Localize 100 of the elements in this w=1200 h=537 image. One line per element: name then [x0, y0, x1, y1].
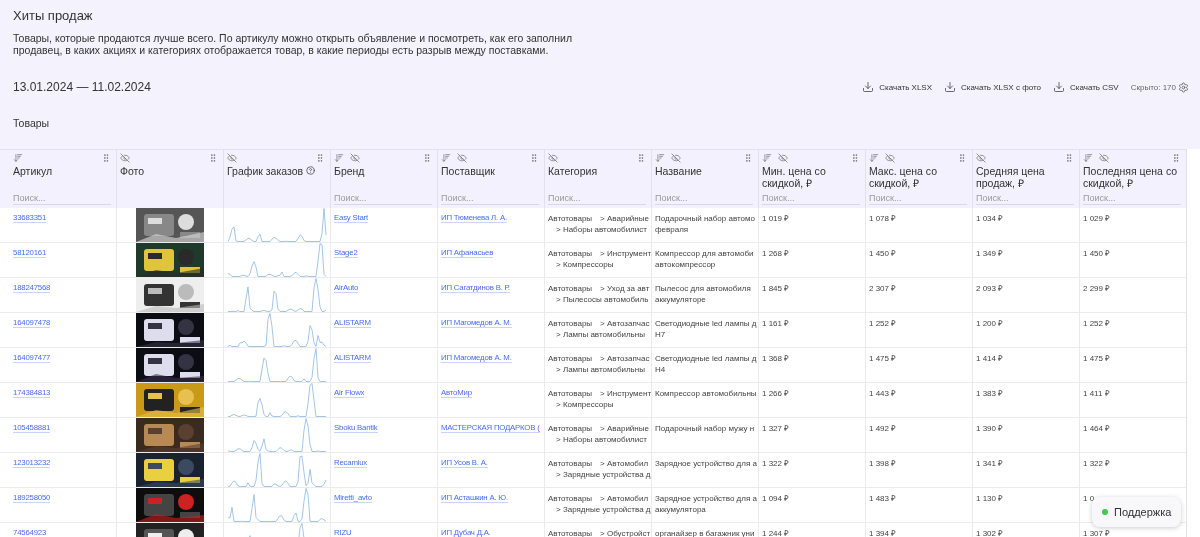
category-text: Автотовары — [548, 423, 593, 434]
sort-icon[interactable] — [655, 153, 665, 163]
category-text: > Компрессоры — [555, 399, 615, 410]
price-text: 1 322 ₽ — [1083, 458, 1112, 469]
product-name: Пылесос для автомобиля — [655, 283, 752, 294]
product-name: Подарочный набор автомо — [655, 213, 756, 224]
category-text: > Инструмент — [600, 248, 651, 259]
category-text: Автотовары — [548, 213, 593, 224]
price-text: 1 161 ₽ — [762, 318, 791, 329]
drag-handle-icon[interactable] — [422, 153, 432, 163]
sort-icon[interactable] — [869, 153, 879, 163]
column-title: Категория — [548, 165, 598, 177]
price-text: 1 845 ₽ — [762, 283, 791, 294]
product-name: Компрессор для автомоби — [655, 248, 755, 259]
drag-handle-icon[interactable] — [529, 153, 539, 163]
category-text: Автотовары — [548, 248, 593, 259]
sort-icon[interactable] — [334, 153, 344, 163]
column-title: Поставщик — [441, 165, 495, 177]
category-text: > Автозапчас — [600, 353, 650, 364]
drag-handle-icon[interactable] — [850, 153, 860, 163]
price-text: 1 252 ₽ — [1083, 318, 1112, 329]
category-text: Автотовары — [548, 283, 593, 294]
price-text: 1 034 ₽ — [976, 213, 1005, 224]
price-text: 1 475 ₽ — [869, 353, 898, 364]
drag-handle-icon[interactable] — [743, 153, 753, 163]
price-text: 1 492 ₽ — [869, 423, 898, 434]
price-text: 1 483 ₽ — [869, 493, 898, 504]
hide-icon[interactable] — [671, 153, 681, 163]
sort-icon[interactable] — [13, 153, 23, 163]
category-text: > Автомобил — [600, 458, 649, 469]
column-title: Мин. цена со скидкой, ₽ — [762, 165, 827, 189]
column-title: Макс. цена со скидкой, ₽ — [869, 165, 938, 189]
search-field[interactable]: Поиск... — [976, 193, 1074, 205]
hide-icon[interactable] — [457, 153, 467, 163]
product-name: органайзер в багажник уни — [655, 528, 756, 537]
search-field[interactable]: Поиск... — [869, 193, 967, 205]
column-title: Артикул — [13, 165, 53, 177]
price-text: 1 475 ₽ — [1083, 353, 1112, 364]
category-text: > Пылесосы автомобиль — [555, 294, 649, 305]
hide-icon[interactable] — [1099, 153, 1109, 163]
column-title: Бренд — [334, 165, 365, 177]
search-field[interactable]: Поиск... — [655, 193, 753, 205]
price-text: 1 200 ₽ — [976, 318, 1005, 329]
help-icon[interactable] — [306, 166, 316, 175]
price-text: 1 398 ₽ — [869, 458, 898, 469]
drag-handle-icon[interactable] — [1171, 153, 1181, 163]
drag-handle-icon[interactable] — [315, 153, 325, 163]
price-text: 1 252 ₽ — [869, 318, 898, 329]
product-name: автокомпрессор — [655, 259, 717, 270]
column-title: Последняя цена со скидкой, ₽ — [1083, 165, 1179, 189]
price-text: 1 094 ₽ — [762, 493, 791, 504]
category-text: Автотовары — [548, 528, 593, 537]
hide-icon[interactable] — [120, 153, 130, 163]
hidden-columns-button[interactable]: Скрыто: 170 — [1130, 81, 1189, 93]
page-description: Товары, которые продаются лучше всего. По артикулу можно открыть объявление и посмотреть, как его заполнил продавец, в каких акциях и категориях отображается товар, в какие периоды есть разрыв между поставками. — [12, 32, 573, 56]
hide-icon[interactable] — [350, 153, 360, 163]
price-text: 1 302 ₽ — [976, 528, 1005, 537]
search-field[interactable]: Поиск... — [762, 193, 860, 205]
price-text: 2 299 ₽ — [1083, 283, 1112, 294]
hide-icon[interactable] — [778, 153, 788, 163]
product-name: февраля — [655, 224, 690, 235]
category-text: > Компрессоры — [555, 259, 615, 270]
price-text: 1 450 ₽ — [869, 248, 898, 259]
drag-handle-icon[interactable] — [101, 153, 111, 163]
download-button[interactable]: Скачать CSV — [1053, 81, 1119, 93]
category-text: Автотовары — [548, 353, 593, 364]
search-field[interactable]: Поиск... — [334, 193, 432, 205]
price-text: 1 390 ₽ — [976, 423, 1005, 434]
search-field[interactable]: Поиск... — [441, 193, 539, 205]
download-button[interactable]: Скачать XLSX с фото — [944, 81, 1042, 93]
price-text: 1 341 ₽ — [976, 458, 1005, 469]
download-icon — [862, 81, 875, 93]
column-title: Средняя цена продаж, ₽ — [976, 165, 1046, 189]
column-title: Название — [655, 165, 702, 177]
category-text: > Инструмент — [600, 388, 651, 399]
price-text: 1 349 ₽ — [976, 248, 1005, 259]
hide-icon[interactable] — [227, 153, 237, 163]
price-text: 1 029 ₽ — [1083, 213, 1112, 224]
hide-icon[interactable] — [976, 153, 986, 163]
category-text: > Обустройст — [600, 528, 651, 537]
price-text: 1 327 ₽ — [762, 423, 791, 434]
category-text: Автотовары — [548, 318, 593, 329]
hide-icon[interactable] — [548, 153, 558, 163]
sort-icon[interactable] — [1083, 153, 1093, 163]
sort-icon[interactable] — [762, 153, 772, 163]
search-field[interactable]: Поиск... — [13, 193, 111, 205]
drag-handle-icon[interactable] — [636, 153, 646, 163]
drag-handle-icon[interactable] — [1064, 153, 1074, 163]
price-text: 1 268 ₽ — [762, 248, 791, 259]
column-title: Фото — [120, 165, 145, 177]
sort-icon[interactable] — [441, 153, 451, 163]
search-field[interactable]: Поиск... — [548, 193, 646, 205]
drag-handle-icon[interactable] — [208, 153, 218, 163]
download-button[interactable]: Скачать XLSX — [862, 81, 932, 93]
category-text: > Автомобил — [600, 493, 649, 504]
hide-icon[interactable] — [885, 153, 895, 163]
drag-handle-icon[interactable] — [957, 153, 967, 163]
search-field[interactable]: Поиск... — [1083, 193, 1181, 205]
price-text: 1 307 ₽ — [1083, 528, 1112, 537]
product-name: H4 — [655, 364, 667, 375]
